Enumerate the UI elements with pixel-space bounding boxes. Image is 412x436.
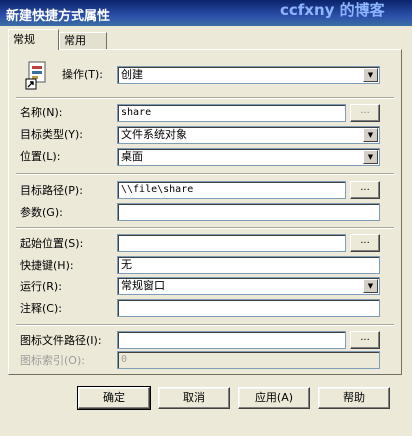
separator (16, 173, 394, 175)
shortcut-icon (24, 60, 50, 90)
apply-button[interactable]: 应用(A) (238, 387, 310, 409)
icon-path-label: 图标文件路径(I): (20, 334, 102, 347)
run-label: 运行(R): (20, 280, 62, 293)
shortcut-key-value: 无 (121, 258, 132, 271)
location-label: 位置(L): (20, 150, 61, 163)
icon-path-browse-button[interactable]: ... (350, 331, 380, 349)
icon-index-value: 0 (121, 354, 128, 365)
browse-label: ... (360, 105, 370, 116)
comment-field[interactable] (117, 299, 380, 317)
name-field[interactable]: share (117, 104, 346, 122)
run-select[interactable]: 常规窗口 ▼ (117, 277, 380, 295)
separator (16, 324, 394, 326)
browse-label: ... (360, 235, 370, 246)
arguments-label: 参数(G): (20, 206, 63, 219)
operation-select[interactable]: 创建 ▼ (117, 66, 380, 84)
browse-label: ... (360, 332, 370, 343)
target-path-field[interactable]: \\file\share (117, 181, 346, 199)
browse-label: ... (360, 182, 370, 193)
start-in-field[interactable] (117, 234, 346, 252)
shortcut-key-field[interactable]: 无 (117, 256, 380, 274)
target-type-value: 文件系统对象 (121, 128, 187, 141)
start-in-browse-button[interactable]: ... (350, 234, 380, 252)
name-value: share (121, 107, 152, 118)
start-in-label: 起始位置(S): (20, 237, 84, 250)
target-type-label: 目标类型(Y): (20, 128, 84, 141)
icon-path-field[interactable] (117, 331, 346, 349)
tab-general[interactable]: 常规 (8, 29, 59, 50)
cancel-button[interactable]: 取消 (158, 387, 230, 409)
watermark-text: ccfxny 的博客 (280, 1, 385, 19)
tab-common[interactable]: 常用 (59, 32, 107, 49)
run-value: 常规窗口 (121, 279, 165, 292)
tab-common-label: 常用 (64, 34, 86, 47)
location-value: 桌面 (121, 150, 143, 163)
chevron-down-icon[interactable]: ▼ (363, 128, 378, 142)
target-path-browse-button[interactable]: ... (350, 181, 380, 199)
icon-index-label: 图标索引(O): (20, 354, 85, 367)
help-button[interactable]: 帮助 (318, 387, 390, 409)
comment-label: 注释(C): (20, 302, 62, 315)
tab-general-label: 常规 (13, 33, 35, 46)
operation-value: 创建 (121, 68, 143, 81)
name-browse-button[interactable]: ... (350, 104, 380, 122)
ok-button[interactable]: 确定 (77, 386, 151, 410)
shortcut-key-label: 快捷键(H): (20, 259, 74, 272)
title-bar[interactable]: 新建快捷方式属性 ccfxny 的博客 (0, 0, 412, 26)
location-select[interactable]: 桌面 ▼ (117, 148, 380, 166)
icon-index-field: 0 (117, 351, 380, 369)
separator (16, 97, 394, 99)
target-type-select[interactable]: 文件系统对象 ▼ (117, 126, 380, 144)
target-path-label: 目标路径(P): (20, 184, 83, 197)
chevron-down-icon[interactable]: ▼ (363, 68, 378, 82)
chevron-down-icon[interactable]: ▼ (363, 279, 378, 293)
operation-label: 操作(T): (62, 68, 104, 81)
window-title: 新建快捷方式属性 (6, 9, 111, 24)
arguments-field[interactable] (117, 203, 380, 221)
name-label: 名称(N): (20, 106, 63, 119)
target-path-value: \\file\share (121, 184, 194, 195)
separator (16, 227, 394, 229)
chevron-down-icon[interactable]: ▼ (363, 150, 378, 164)
